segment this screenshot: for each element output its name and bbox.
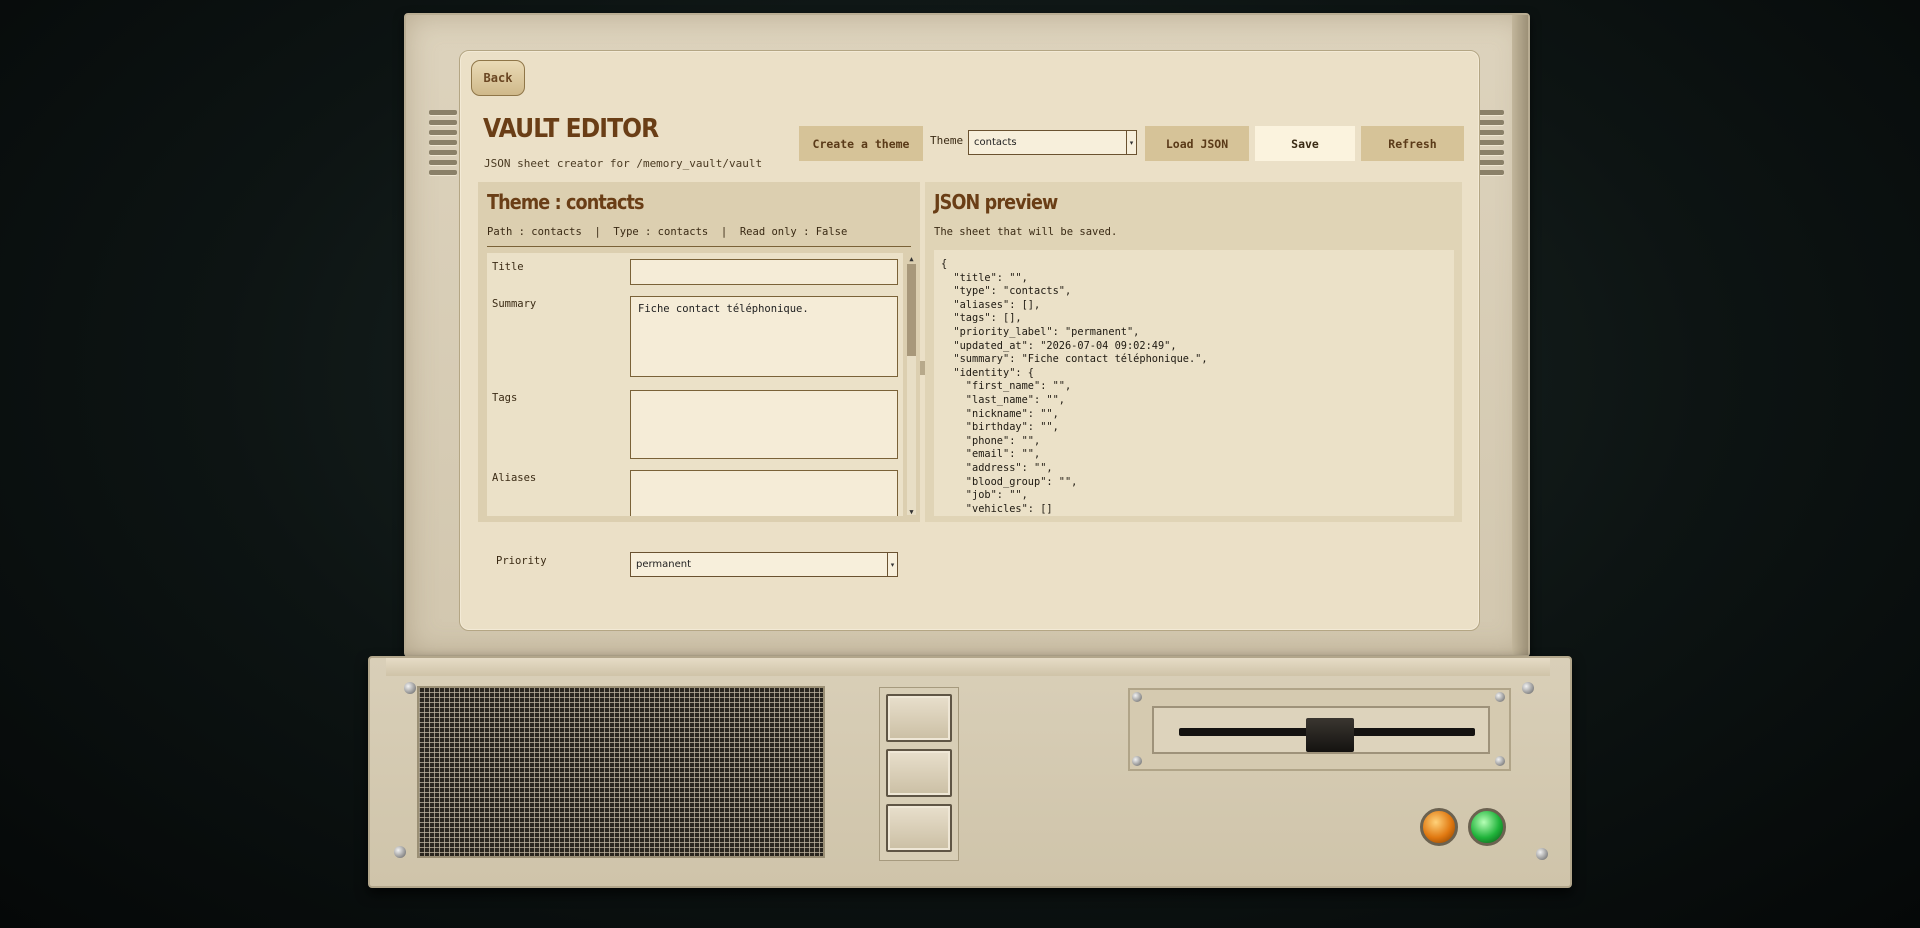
screw-icon — [1132, 692, 1142, 702]
left-vent — [429, 110, 457, 180]
screw-icon — [1495, 692, 1505, 702]
hardware-button-2[interactable] — [886, 749, 952, 797]
screw-icon — [1495, 756, 1505, 766]
orange-led-icon — [1420, 808, 1458, 846]
theme-meta: Path : contacts | Type : contacts | Read… — [487, 226, 848, 238]
theme-select-value: contacts — [974, 137, 1017, 148]
title-input[interactable] — [630, 259, 898, 285]
load-json-button[interactable]: Load JSON — [1145, 126, 1249, 161]
create-theme-button[interactable]: Create a theme — [799, 126, 923, 161]
title-field-label: Title — [492, 261, 524, 273]
aliases-textarea[interactable] — [630, 470, 898, 516]
retro-monitor: Back VAULT EDITOR JSON sheet creator for… — [404, 13, 1530, 657]
theme-panel: Theme : contacts Path : contacts | Type … — [478, 182, 920, 522]
slot-inner — [1152, 706, 1490, 754]
tags-field-label: Tags — [492, 392, 518, 404]
divider — [487, 246, 911, 247]
json-preview-panel: JSON preview The sheet that will be save… — [925, 182, 1462, 522]
scroll-up-icon[interactable]: ▲ — [907, 254, 916, 263]
priority-select-value: permanent — [636, 559, 692, 570]
screen: Back VAULT EDITOR JSON sheet creator for… — [459, 50, 1480, 631]
hardware-button-1[interactable] — [886, 694, 952, 742]
scroll-down-icon[interactable]: ▼ — [907, 507, 916, 516]
hardware-button-stack — [879, 687, 959, 861]
slider-knob[interactable] — [1306, 718, 1354, 752]
screw-icon — [1132, 756, 1142, 766]
right-vent — [1476, 110, 1504, 180]
json-preview-content: { "title": "", "type": "contacts", "alia… — [934, 250, 1454, 516]
hardware-button-3[interactable] — [886, 804, 952, 852]
screw-icon — [1536, 848, 1548, 860]
green-led-icon — [1468, 808, 1506, 846]
json-preview-subtitle: The sheet that will be saved. — [934, 226, 1118, 238]
tags-textarea[interactable] — [630, 390, 898, 459]
monitor-side-edge — [1512, 15, 1528, 655]
theme-select[interactable]: contacts ▾ — [968, 130, 1137, 155]
summary-field-label: Summary — [492, 298, 537, 310]
screw-icon — [404, 682, 416, 694]
back-button[interactable]: Back — [471, 60, 525, 96]
slider-slot — [1128, 688, 1511, 771]
priority-field-label: Priority — [496, 555, 547, 567]
theme-panel-title: Theme : contacts — [487, 190, 645, 214]
base-top-bevel — [386, 658, 1550, 676]
priority-select[interactable]: permanent ▾ — [630, 552, 898, 577]
screw-icon — [1522, 682, 1534, 694]
app-title: VAULT EDITOR — [483, 114, 659, 144]
save-button[interactable]: Save — [1255, 126, 1355, 161]
chevron-down-icon: ▾ — [1126, 131, 1136, 154]
form-scrollbar[interactable]: ▲ ▼ — [905, 253, 918, 590]
scroll-thumb[interactable] — [907, 264, 916, 356]
app-subtitle: JSON sheet creator for /memory_vault/vau… — [484, 157, 763, 170]
json-preview-title: JSON preview — [934, 190, 1058, 214]
speaker-grille — [417, 686, 825, 858]
aliases-field-label: Aliases — [492, 472, 537, 484]
chevron-down-icon: ▾ — [887, 553, 897, 576]
summary-textarea[interactable]: Fiche contact téléphonique. — [630, 296, 898, 377]
computer-base — [368, 656, 1572, 888]
refresh-button[interactable]: Refresh — [1361, 126, 1464, 161]
theme-form: Title Summary Fiche contact téléphonique… — [487, 253, 903, 516]
theme-label: Theme — [930, 134, 964, 147]
screw-icon — [394, 846, 406, 858]
